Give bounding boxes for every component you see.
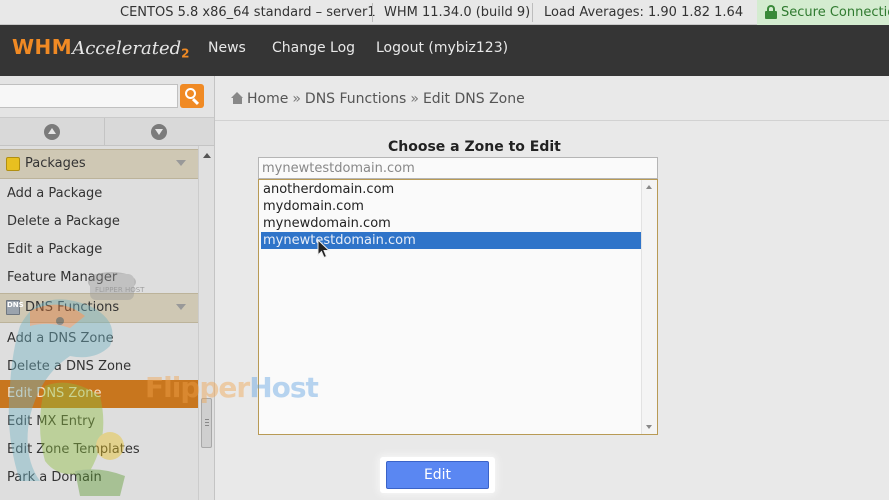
scroll-up-arrow-icon[interactable] — [646, 185, 652, 189]
zone-heading: Choose a Zone to Edit — [388, 139, 561, 155]
sidebar-item-add-dns-zone[interactable]: Add a DNS Zone — [0, 325, 198, 353]
sidebar-nav-arrows — [0, 118, 214, 146]
scroll-down-arrow-icon[interactable] — [646, 425, 652, 429]
package-icon — [6, 157, 20, 171]
sidebar-search — [0, 76, 214, 118]
logo-accelerated: Accelerated — [72, 38, 182, 59]
scrollbar-thumb[interactable] — [201, 398, 212, 448]
lock-icon — [765, 5, 777, 19]
mouse-cursor-icon — [317, 239, 331, 259]
sidebar-item-feature-manager[interactable]: Feature Manager — [0, 264, 198, 292]
secure-connection-badge: Secure Connection — [757, 0, 889, 25]
sidebar-item-park-domain[interactable]: Park a Domain — [0, 464, 198, 492]
zone-option[interactable]: mydomain.com — [261, 198, 641, 215]
breadcrumb-dns-functions[interactable]: DNS Functions — [305, 91, 406, 107]
load-averages: Load Averages: 1.90 1.82 1.64 — [544, 5, 744, 20]
status-divider — [532, 3, 533, 22]
status-divider — [372, 3, 373, 22]
section-title: DNS Functions — [25, 300, 120, 315]
collapse-up-button[interactable] — [44, 124, 60, 140]
dns-icon: DNS — [6, 300, 24, 315]
zone-option[interactable]: anotherdomain.com — [261, 181, 641, 198]
sidebar-section-packages[interactable]: Packages — [0, 149, 198, 179]
status-bar: CENTOS 5.8 x86_64 standard – server1 WHM… — [0, 0, 889, 25]
breadcrumb-home[interactable]: Home — [247, 91, 288, 107]
scroll-up-arrow-icon[interactable] — [203, 153, 211, 158]
sidebar: Packages Add a Package Delete a Package … — [0, 76, 215, 500]
arrow-down-icon — [155, 129, 163, 135]
edit-button[interactable]: Edit — [386, 461, 489, 489]
breadcrumb-separator: » — [292, 91, 301, 107]
zone-list-scrollbar[interactable] — [641, 180, 657, 434]
breadcrumb: Home» DNS Functions» Edit DNS Zone — [231, 91, 525, 107]
edit-button-frame: Edit — [380, 457, 495, 493]
sidebar-item-add-package[interactable]: Add a Package — [0, 180, 198, 208]
chevron-down-icon — [176, 304, 186, 310]
nav-change-log[interactable]: Change Log — [272, 25, 355, 76]
zone-filter-input[interactable] — [258, 157, 658, 179]
sidebar-item-edit-zone-templates[interactable]: Edit Zone Templates — [0, 436, 198, 464]
whm-logo[interactable]: WHMAccelerated2 — [12, 35, 190, 67]
home-icon[interactable] — [231, 92, 244, 104]
chevron-down-icon — [176, 160, 186, 166]
whm-version: WHM 11.34.0 (build 9) — [384, 5, 531, 20]
breadcrumb-current: Edit DNS Zone — [422, 91, 525, 107]
sidebar-item-delete-dns-zone[interactable]: Delete a DNS Zone — [0, 353, 198, 381]
section-title: Packages — [25, 156, 86, 171]
nav-news[interactable]: News — [208, 25, 246, 76]
sidebar-item-edit-package[interactable]: Edit a Package — [0, 236, 198, 264]
expand-down-button[interactable] — [151, 124, 167, 140]
sidebar-item-edit-dns-zone[interactable]: Edit DNS Zone — [0, 380, 198, 408]
search-button[interactable] — [180, 84, 204, 108]
sidebar-section-dns-functions[interactable]: DNS DNS Functions — [0, 293, 198, 323]
zone-option[interactable]: mynewdomain.com — [261, 215, 641, 232]
sidebar-item-delete-package[interactable]: Delete a Package — [0, 208, 198, 236]
breadcrumb-separator: » — [410, 91, 419, 107]
sidebar-scrollbar[interactable] — [198, 146, 214, 500]
breadcrumb-bar: Home» DNS Functions» Edit DNS Zone — [215, 76, 889, 121]
nav-logout[interactable]: Logout (mybiz123) — [376, 25, 508, 76]
secure-connection-label: Secure Connection — [781, 5, 889, 20]
zone-listbox[interactable]: anotherdomain.com mydomain.com mynewdoma… — [258, 179, 658, 435]
sidebar-item-edit-mx-entry[interactable]: Edit MX Entry — [0, 408, 198, 436]
server-info: CENTOS 5.8 x86_64 standard – server1 — [120, 5, 376, 20]
logo-two: 2 — [181, 46, 190, 61]
top-header: WHMAccelerated2 News Change Log Logout (… — [0, 25, 889, 76]
sidebar-search-input[interactable] — [0, 84, 178, 108]
logo-whm: WHM — [12, 35, 73, 59]
arrow-up-icon — [48, 128, 56, 134]
